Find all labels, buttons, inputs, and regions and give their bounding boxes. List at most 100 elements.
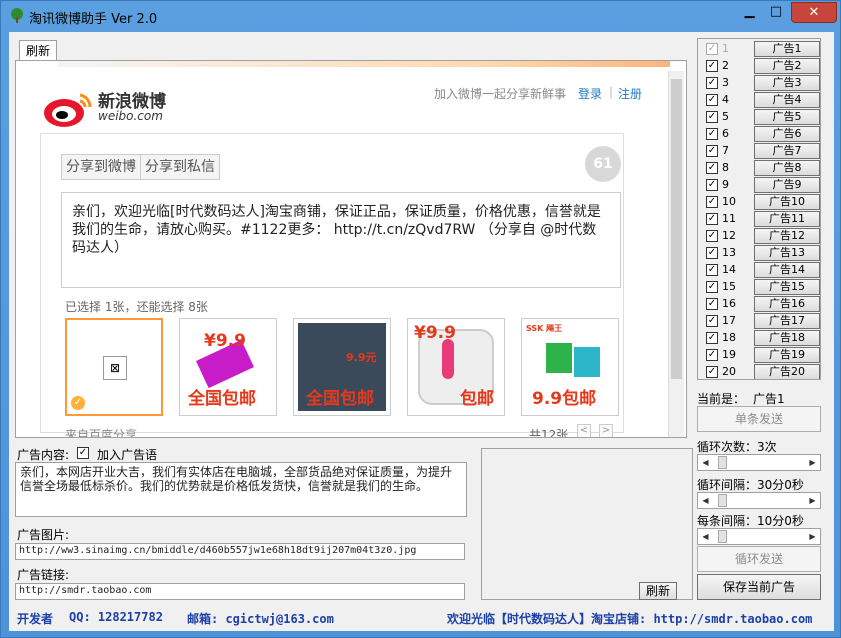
ad-row: ✓ 11 广告11 [706,211,820,228]
shirt-icon [574,347,600,377]
pager-prev-button[interactable]: < [577,424,591,437]
ad-button[interactable]: 广告11 [754,211,820,227]
ad-list: ✓ 1 广告1 ✓ 2 广告2 ✓ 3 广告3 ✓ 4 广告4 ✓ 5 广告5 ✓ 6 广告6 ✓ 7 广告7 ✓ 8 广告8… [697,38,821,380]
ad-checkbox[interactable]: ✓ [706,162,718,174]
ad-checkbox[interactable]: ✓ [706,43,718,55]
slider-knob[interactable] [717,494,727,507]
ad-content-textarea[interactable]: 亲们，本网店开业大吉，我们有实体店在电脑城，全部货品绝对保证质量，为提升信誉全场… [15,462,467,517]
ad-button[interactable]: 广告13 [754,245,820,261]
ad-button[interactable]: 广告18 [754,330,820,346]
right-arrow-icon[interactable]: ▶ [805,455,820,470]
scrollbar-thumb[interactable] [671,79,682,379]
ad-number: 3 [722,76,729,89]
loop-send-button[interactable]: 循环发送 [697,546,821,572]
add-slogan-checkbox[interactable]: ✓ [77,447,89,459]
thumbnail-3[interactable]: 9.9元 全国包邮 [293,318,391,416]
ad-checkbox[interactable]: ✓ [706,128,718,140]
ad-row: ✓ 8 广告8 [706,160,820,177]
ad-number: 15 [722,280,736,293]
thumb-promo: 全国包邮 [306,389,374,409]
ad-checkbox[interactable]: ✓ [706,179,718,191]
login-link[interactable]: 登录 [578,85,602,102]
minimize-button[interactable]: ▁ [736,2,763,23]
ad-button[interactable]: 广告12 [754,228,820,244]
ad-checkbox[interactable]: ✓ [706,111,718,123]
check-icon: ✓ [71,396,85,410]
tab-share-private[interactable]: 分享到私信 [140,155,219,179]
refresh-button[interactable]: 刷新 [639,582,677,600]
ad-button[interactable]: 广告5 [754,109,820,125]
tab-share-weibo[interactable]: 分享到微博 [62,155,140,179]
right-arrow-icon[interactable]: ▶ [805,529,820,544]
ad-checkbox[interactable]: ✓ [706,264,718,276]
thumbnail-4[interactable]: ¥9.9 包邮 [407,318,505,416]
ad-button[interactable]: 广告4 [754,92,820,108]
ad-button[interactable]: 广告20 [754,364,820,379]
ad-number: 8 [722,161,729,174]
ad-image-field[interactable]: http://ww3.sinaimg.cn/bmiddle/d460b557jw… [15,543,465,560]
ad-button[interactable]: 广告17 [754,313,820,329]
browser-scrollbar[interactable] [668,71,684,437]
join-text: 加入微博一起分享新鲜事 [434,87,567,101]
ad-link-field[interactable]: http://smdr.taobao.com [15,583,465,600]
ad-button[interactable]: 广告9 [754,177,820,193]
ad-checkbox[interactable]: ✓ [706,366,718,378]
save-ad-button[interactable]: 保存当前广告 [697,574,821,600]
tab-refresh[interactable]: 刷新 [19,40,57,60]
single-send-button[interactable]: 单条发送 [697,406,821,432]
ad-checkbox[interactable]: ✓ [706,145,718,157]
ad-checkbox[interactable]: ✓ [706,298,718,310]
ad-checkbox[interactable]: ✓ [706,196,718,208]
ad-checkbox[interactable]: ✓ [706,94,718,106]
thumbnail-1[interactable]: ⊠ ✓ [65,318,163,416]
ad-button[interactable]: 广告16 [754,296,820,312]
client-area: 刷新 新浪微博 weibo.com 加入微博一起分享新鲜事 登录 | 注册 分享… [9,32,834,631]
ad-button[interactable]: 广告6 [754,126,820,142]
ad-button[interactable]: 广告10 [754,194,820,210]
close-icon: ✕ [808,5,820,20]
ad-checkbox[interactable]: ✓ [706,230,718,242]
register-link[interactable]: 注册 [618,85,642,102]
right-arrow-icon[interactable]: ▶ [805,493,820,508]
pager-next-button[interactable]: > [599,424,613,437]
slider-knob[interactable] [717,530,727,543]
ad-content-label: 广告内容: [17,448,70,462]
ad-checkbox[interactable]: ✓ [706,247,718,259]
ad-checkbox[interactable]: ✓ [706,77,718,89]
ad-checkbox[interactable]: ✓ [706,315,718,327]
weibo-browser: 新浪微博 weibo.com 加入微博一起分享新鲜事 登录 | 注册 分享到微博… [15,60,687,438]
loop-interval-slider[interactable]: ◀ ▶ [697,492,821,509]
chosen-info: 已选择 1张，还能选择 8张 [65,300,208,314]
app-window: 淘讯微博助手 Ver 2.0 ▁ □ ✕ 刷新 新浪微博 weibo.com 加… [0,0,841,638]
ad-checkbox[interactable]: ✓ [706,60,718,72]
ad-button[interactable]: 广告15 [754,279,820,295]
left-arrow-icon[interactable]: ◀ [698,529,713,544]
ad-row: ✓ 16 广告16 [706,296,820,313]
left-arrow-icon[interactable]: ◀ [698,493,713,508]
close-button[interactable]: ✕ [791,2,837,23]
ad-button[interactable]: 广告7 [754,143,820,159]
share-textarea[interactable]: 亲们，欢迎光临[时代数码达人]淘宝商铺，保证正品，保证质量，价格优惠，信誉就是我… [61,192,621,288]
ad-button[interactable]: 广告2 [754,58,820,74]
ad-button[interactable]: 广告1 [754,41,820,57]
thumbnail-2[interactable]: ¥9.9 全国包邮 [179,318,277,416]
ad-button[interactable]: 广告8 [754,160,820,176]
loop-count-slider[interactable]: ◀ ▶ [697,454,821,471]
ad-button[interactable]: 广告14 [754,262,820,278]
ad-checkbox[interactable]: ✓ [706,349,718,361]
welcome-link[interactable]: 欢迎光临【时代数码达人】淘宝店铺: http://smdr.taobao.com [447,610,812,627]
ad-number: 6 [722,127,729,140]
ad-checkbox[interactable]: ✓ [706,281,718,293]
maximize-icon: □ [769,4,783,19]
ad-button[interactable]: 广告3 [754,75,820,91]
ad-button[interactable]: 广告19 [754,347,820,363]
slider-knob[interactable] [717,456,727,469]
ad-checkbox[interactable]: ✓ [706,213,718,225]
thumbnail-5[interactable]: SSK 飚王 9.9包邮 [521,318,619,416]
maximize-button[interactable]: □ [763,2,789,23]
ad-row: ✓ 9 广告9 [706,177,820,194]
ad-checkbox[interactable]: ✓ [706,332,718,344]
each-interval-slider[interactable]: ◀ ▶ [697,528,821,545]
left-arrow-icon[interactable]: ◀ [698,455,713,470]
ad-number: 13 [722,246,736,259]
